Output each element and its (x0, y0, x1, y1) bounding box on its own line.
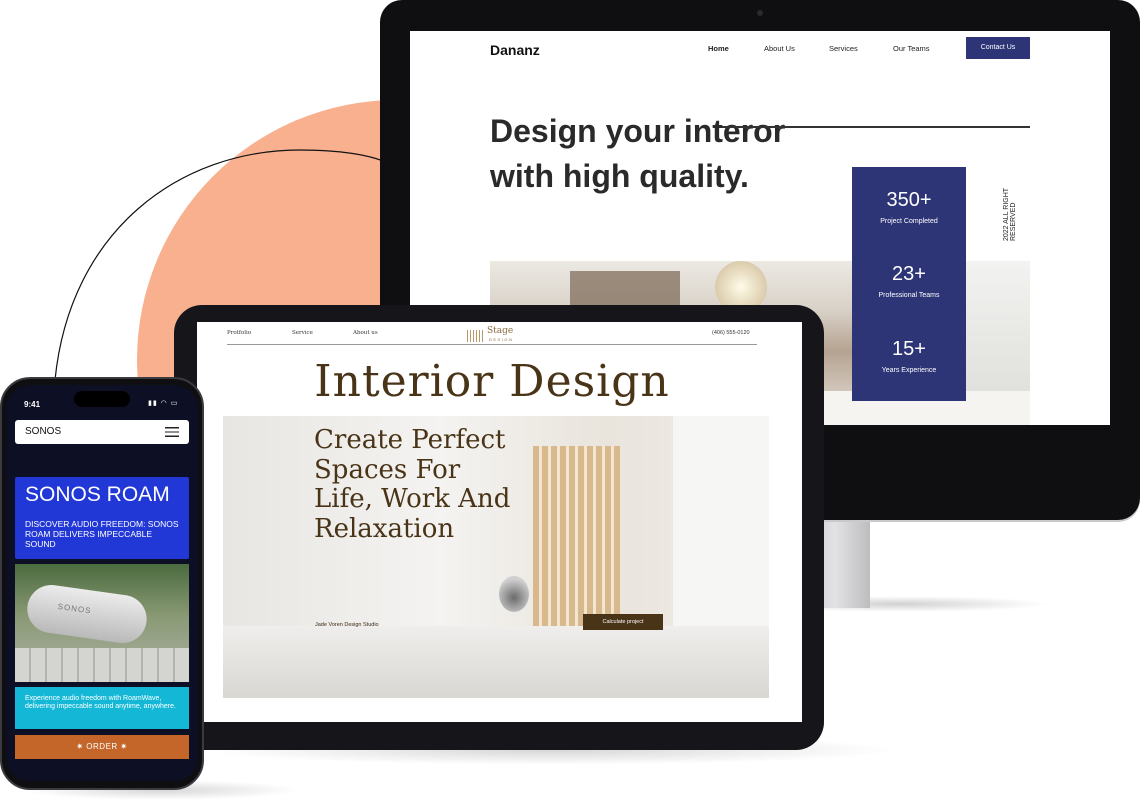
status-icons: ▮▮ ◠ ▭ (148, 399, 178, 407)
stats-panel: 350+ Project Completed 23+ Professional … (852, 167, 966, 401)
phone-brand[interactable]: SONOS (25, 426, 61, 437)
stat-value: 15+ (892, 338, 926, 360)
description-card: Experience audio freedom with RoamWave, … (15, 687, 189, 729)
stat-label: Years Experience (881, 367, 937, 374)
contact-us-button[interactable]: Contact Us (966, 37, 1030, 59)
status-time: 9:41 (24, 400, 41, 409)
wifi-icon: ◠ (160, 400, 168, 407)
phone-nav-bar: SONOS (15, 420, 189, 444)
tablet-phone-number[interactable]: (406) 555-0120 (712, 330, 750, 336)
nav-divider (227, 344, 757, 345)
stage-design-logo[interactable]: Stage DESIGN (467, 326, 527, 344)
speaker-label: SONOS (57, 601, 92, 616)
hero-banner: SONOS ROAM DISCOVER AUDIO FREEDOM: SONOS… (15, 477, 189, 559)
dynamic-island (74, 391, 130, 407)
hero-divider-line (722, 126, 1030, 128)
tablet-nav-about[interactable]: About us (353, 330, 378, 336)
logo-subtitle: DESIGN (489, 337, 514, 342)
speaker-product-image: SONOS (15, 564, 189, 682)
tablet-screen: Protfolio Service About us Stage DESIGN … (197, 322, 802, 722)
stat-label: Project Completed (880, 218, 938, 225)
desktop-nav-about[interactable]: About Us (764, 44, 795, 53)
stat-experience: 15+ Years Experience (852, 338, 966, 374)
tablet-nav-portfolio[interactable]: Protfolio (227, 330, 251, 336)
stat-value: 350+ (886, 189, 932, 211)
desktop-nav-services[interactable]: Services (829, 44, 858, 53)
stat-value: 23+ (892, 263, 926, 285)
description-text: Experience audio freedom with RoamWave, … (25, 695, 176, 710)
logo-bars-icon (467, 330, 483, 342)
hamburger-menu-icon[interactable] (165, 427, 179, 437)
phone-screen: 9:41 ▮▮ ◠ ▭ SONOS SONOS ROAM DISCOVER AU… (6, 385, 198, 781)
tablet-slogan: Create Perfect Spaces For Life, Work And… (314, 425, 511, 544)
stat-label: Professional Teams (878, 292, 940, 299)
studio-name: Jade Voren Design Studio (315, 622, 379, 628)
monitor-camera-icon (757, 10, 763, 16)
tablet-hero-title: Interior Design (314, 356, 670, 407)
desktop-logo[interactable]: Dananz (490, 42, 540, 58)
signal-icon: ▮▮ (148, 400, 158, 407)
desktop-nav-home[interactable]: Home (708, 44, 729, 53)
hero-subheadline: DISCOVER AUDIO FREEDOM: SONOS ROAM DELIV… (25, 519, 179, 549)
calculate-project-button[interactable]: Calculate project (583, 614, 663, 630)
stat-teams: 23+ Professional Teams (852, 263, 966, 299)
order-button[interactable]: ✷ ORDER ✷ (15, 735, 189, 759)
copyright-vertical-text: 2022 ALL RIGHT RESERVED (1003, 188, 1017, 241)
hero-headline: SONOS ROAM (25, 483, 170, 506)
battery-icon: ▭ (170, 400, 179, 407)
desktop-hero-title: Design your interor with high quality. (490, 113, 786, 194)
tablet-nav-service[interactable]: Service (292, 330, 313, 336)
decor-plant (499, 576, 529, 612)
logo-word: Stage (487, 326, 514, 336)
sonos-speaker-image: SONOS (24, 581, 150, 647)
stat-projects: 350+ Project Completed (852, 189, 966, 225)
desktop-nav-teams[interactable]: Our Teams (893, 44, 930, 53)
